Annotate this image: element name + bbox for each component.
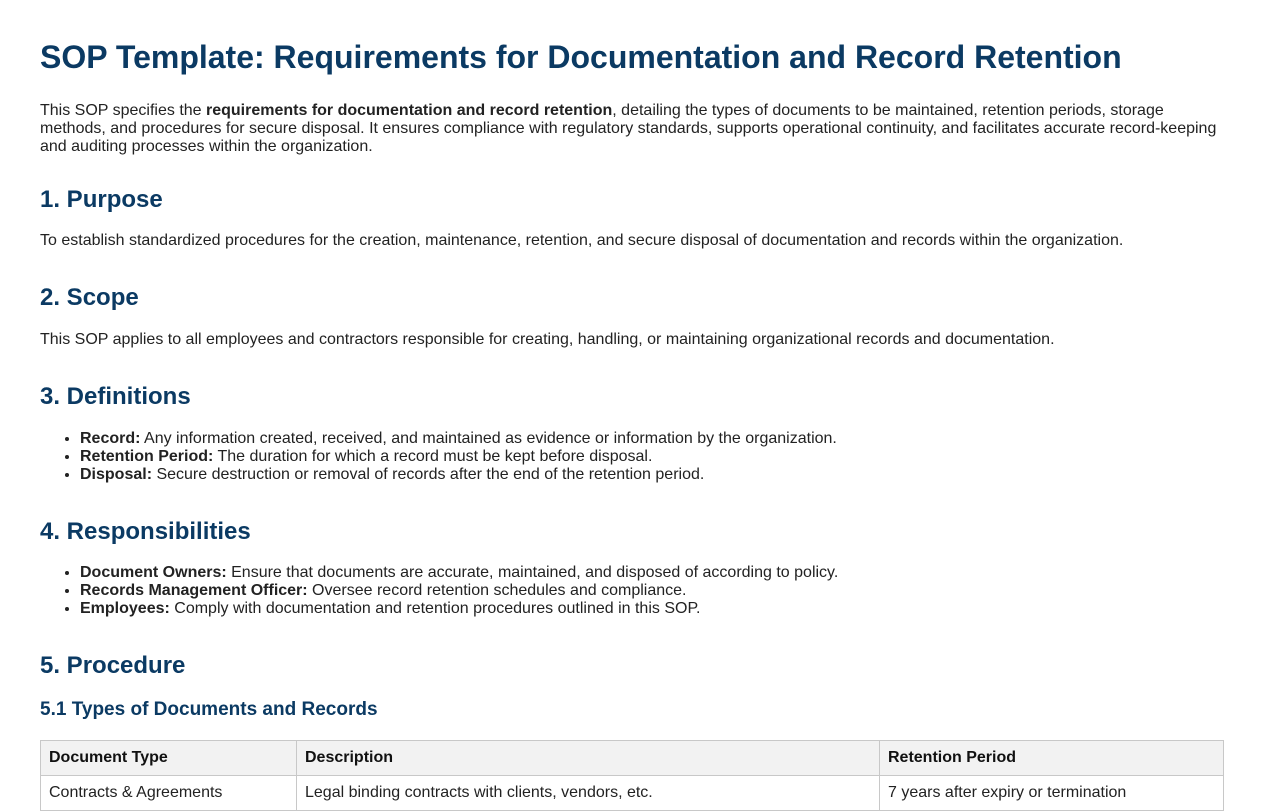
definition-text: The duration for which a record must be … [213, 447, 653, 465]
responsibility-text: Oversee record retention schedules and c… [307, 582, 687, 600]
list-item: Document Owners: Ensure that documents a… [80, 564, 1223, 582]
list-item: Disposal: Secure destruction or removal … [80, 466, 1223, 484]
procedure-heading: 5. Procedure [40, 652, 186, 680]
responsibility-text: Ensure that documents are accurate, main… [226, 564, 839, 582]
definition-term: Retention Period: [80, 447, 214, 465]
definitions-list: Record: Any information created, receive… [40, 430, 1223, 484]
table-cell: Contracts & Agreements [40, 774, 297, 811]
list-item: Records Management Officer: Oversee reco… [80, 582, 1223, 600]
responsibility-role: Records Management Officer: [80, 582, 308, 600]
responsibility-role: Document Owners: [80, 564, 227, 582]
list-item: Record: Any information created, receive… [80, 430, 1223, 448]
definition-term: Disposal: [80, 465, 153, 483]
column-header-retention-period: Retention Period [879, 739, 1224, 776]
page-title: SOP Template: Requirements for Documenta… [40, 39, 1122, 75]
responsibilities-list: Document Owners: Ensure that documents a… [40, 564, 1223, 618]
table-row: Contracts & Agreements Legal binding con… [40, 774, 1224, 811]
table-header-row: Document Type Description Retention Peri… [40, 739, 1224, 776]
intro-text-bold: requirements for documentation and recor… [206, 101, 613, 119]
table-cell: 7 years after expiry or termination [879, 774, 1224, 811]
scope-text: This SOP applies to all employees and co… [40, 330, 1055, 348]
intro-paragraph: This SOP specifies the requirements for … [40, 102, 1223, 156]
intro-text-start: This SOP specifies the [40, 101, 206, 119]
responsibilities-heading: 4. Responsibilities [40, 517, 251, 545]
purpose-heading: 1. Purpose [40, 185, 163, 213]
list-item: Retention Period: The duration for which… [80, 448, 1223, 466]
table-cell: Legal binding contracts with clients, ve… [296, 774, 880, 811]
responsibility-text: Comply with documentation and retention … [169, 600, 701, 618]
scope-heading: 2. Scope [40, 284, 139, 312]
responsibility-role: Employees: [80, 600, 170, 618]
definition-text: Any information created, received, and m… [140, 429, 837, 447]
purpose-text: To establish standardized procedures for… [40, 232, 1124, 250]
column-header-document-type: Document Type [40, 739, 297, 776]
definition-term: Record: [80, 429, 141, 447]
list-item: Employees: Comply with documentation and… [80, 600, 1223, 618]
document-types-table: Document Type Description Retention Peri… [40, 739, 1224, 811]
document-page: SOP Template: Requirements for Documenta… [0, 0, 1263, 811]
definition-text: Secure destruction or removal of records… [152, 465, 705, 483]
column-header-description: Description [296, 739, 880, 776]
definitions-heading: 3. Definitions [40, 382, 191, 410]
document-types-heading: 5.1 Types of Documents and Records [40, 698, 378, 720]
